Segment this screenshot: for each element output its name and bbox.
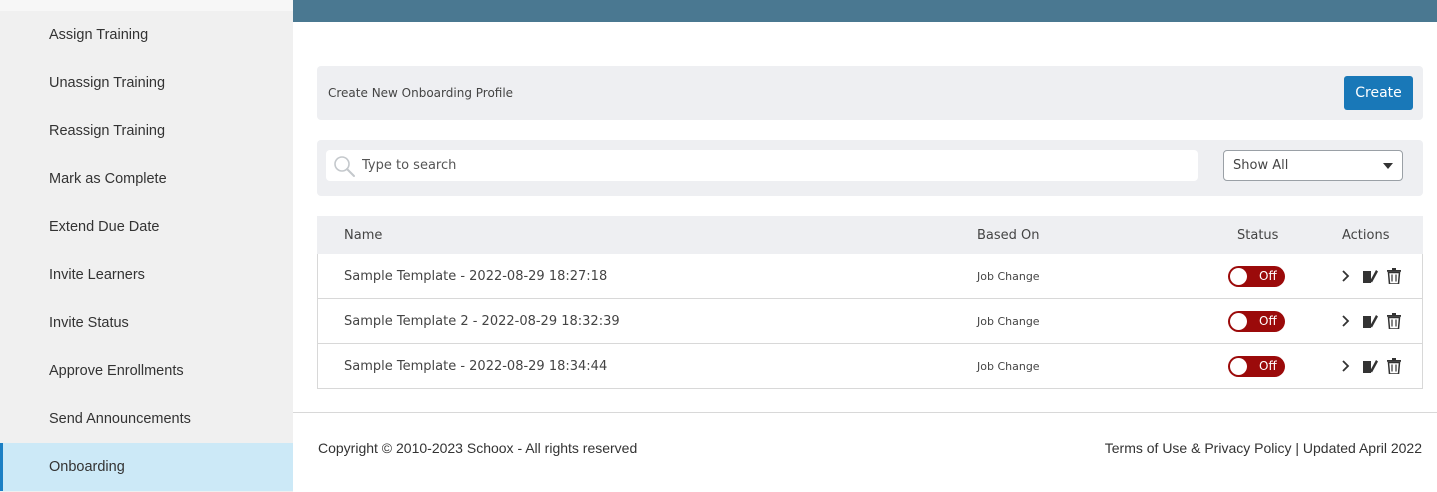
column-header-name: Name (344, 228, 383, 243)
status-filter-select[interactable]: Show All (1223, 150, 1403, 181)
row-name: Sample Template - 2022-08-29 18:34:44 (344, 359, 608, 374)
sidebar-item-unassign-training[interactable]: Unassign Training (0, 59, 293, 107)
footer-ampersand: & (1187, 440, 1205, 456)
status-toggle[interactable]: Off (1228, 311, 1285, 332)
row-actions (1338, 357, 1402, 375)
sidebar-item-label: Onboarding (49, 459, 125, 475)
row-name: Sample Template 2 - 2022-08-29 18:32:39 (344, 314, 620, 329)
trash-icon[interactable] (1386, 312, 1402, 330)
create-profile-panel: Create New Onboarding Profile Create (317, 66, 1423, 120)
column-header-based-on: Based On (977, 228, 1040, 243)
status-toggle[interactable]: Off (1228, 266, 1285, 287)
table-row: Sample Template - 2022-08-29 18:34:44 Jo… (317, 344, 1423, 389)
column-header-actions: Actions (1342, 228, 1390, 243)
row-based-on: Job Change (977, 360, 1040, 373)
chevron-right-icon[interactable] (1338, 357, 1354, 375)
onboarding-profiles-table: Name Based On Status Actions Sample Temp… (317, 216, 1423, 389)
sidebar-item-onboarding[interactable]: Onboarding (0, 443, 293, 491)
sidebar-item-send-announcements[interactable]: Send Announcements (0, 395, 293, 443)
toggle-label: Off (1259, 269, 1277, 283)
edit-icon[interactable] (1362, 312, 1378, 330)
create-profile-label: Create New Onboarding Profile (328, 86, 514, 100)
sidebar-item-label: Unassign Training (49, 75, 166, 91)
search-box (326, 150, 1198, 181)
filter-panel: Show All (317, 140, 1423, 196)
footer-divider (293, 412, 1437, 413)
sidebar: Assign Training Unassign Training Reassi… (0, 0, 293, 492)
chevron-right-icon[interactable] (1338, 267, 1354, 285)
search-input[interactable] (362, 150, 1182, 181)
status-filter-value: Show All (1233, 158, 1289, 173)
updated-text: | Updated April 2022 (1291, 440, 1422, 456)
sidebar-item-label: Mark as Complete (49, 171, 167, 187)
sidebar-item-reassign-training[interactable]: Reassign Training (0, 107, 293, 155)
edit-icon[interactable] (1362, 267, 1378, 285)
trash-icon[interactable] (1386, 357, 1402, 375)
search-icon (334, 156, 355, 177)
toggle-label: Off (1259, 359, 1277, 373)
sidebar-item-label: Approve Enrollments (49, 363, 184, 379)
sidebar-item-mark-as-complete[interactable]: Mark as Complete (0, 155, 293, 203)
sidebar-item-label: Send Announcements (49, 411, 191, 427)
toggle-knob (1230, 268, 1247, 285)
edit-icon[interactable] (1362, 357, 1378, 375)
copyright-text: Copyright © 2010-2023 Schoox - All right… (318, 440, 638, 456)
table-row: Sample Template - 2022-08-29 18:27:18 Jo… (317, 254, 1423, 299)
sidebar-item-extend-due-date[interactable]: Extend Due Date (0, 203, 293, 251)
top-bar (293, 0, 1437, 22)
privacy-policy-link[interactable]: Privacy Policy (1204, 440, 1291, 456)
status-toggle[interactable]: Off (1228, 356, 1285, 377)
toggle-knob (1230, 358, 1247, 375)
sidebar-item-label: Assign Training (49, 27, 149, 43)
sidebar-item-label: Invite Status (49, 315, 129, 331)
row-name: Sample Template - 2022-08-29 18:27:18 (344, 269, 608, 284)
sidebar-top-strip (0, 0, 293, 11)
sidebar-item-assign-training[interactable]: Assign Training (0, 11, 293, 59)
sidebar-item-invite-learners[interactable]: Invite Learners (0, 251, 293, 299)
caret-down-icon (1383, 163, 1393, 169)
toggle-label: Off (1259, 314, 1277, 328)
table-row: Sample Template 2 - 2022-08-29 18:32:39 … (317, 299, 1423, 344)
row-actions (1338, 312, 1402, 330)
table-header: Name Based On Status Actions (317, 216, 1423, 254)
footer-links: Terms of Use & Privacy Policy | Updated … (1105, 440, 1422, 456)
sidebar-item-invite-status[interactable]: Invite Status (0, 299, 293, 347)
chevron-right-icon[interactable] (1338, 312, 1354, 330)
sidebar-item-approve-enrollments[interactable]: Approve Enrollments (0, 347, 293, 395)
trash-icon[interactable] (1386, 267, 1402, 285)
create-button[interactable]: Create (1344, 76, 1413, 110)
row-based-on: Job Change (977, 270, 1040, 283)
sidebar-item-label: Extend Due Date (49, 219, 160, 235)
row-based-on: Job Change (977, 315, 1040, 328)
terms-of-use-link[interactable]: Terms of Use (1105, 440, 1187, 456)
row-actions (1338, 267, 1402, 285)
column-header-status: Status (1237, 228, 1279, 243)
sidebar-item-label: Reassign Training (49, 123, 166, 139)
main-content: Create New Onboarding Profile Create Sho… (293, 22, 1437, 492)
sidebar-item-label: Invite Learners (49, 267, 145, 283)
toggle-knob (1230, 313, 1247, 330)
